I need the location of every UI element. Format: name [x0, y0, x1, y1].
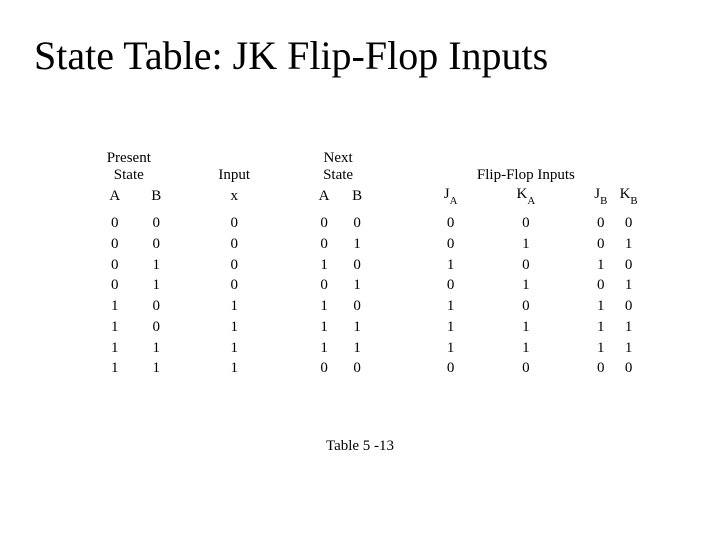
group-input: Input [211, 150, 258, 186]
col-ps-B: B [146, 186, 167, 213]
table-cell: 1 [613, 317, 644, 338]
slide: State Table: JK Flip-Flop Inputs Present… [0, 0, 720, 540]
table-cell: 1 [146, 358, 167, 379]
table-cell: 1 [302, 255, 347, 276]
table-cell: 1 [302, 296, 347, 317]
table-cell: 0 [613, 255, 644, 276]
table-group-header-row: Present State Input Next State Flip-Flop… [84, 150, 644, 186]
table-cell: 1 [211, 358, 258, 379]
col-in-x: x [211, 186, 258, 213]
table-cell: 1 [302, 338, 347, 359]
table-cell: 0 [463, 296, 588, 317]
table-cell: 0 [438, 213, 464, 234]
table-cell: 0 [463, 213, 588, 234]
table-cell: 1 [211, 317, 258, 338]
table-cell: 0 [211, 213, 258, 234]
table-cell: 0 [146, 296, 167, 317]
col-KA: KA [463, 186, 588, 213]
table-cell: 1 [588, 338, 613, 359]
table-cell: 1 [211, 296, 258, 317]
table-cell: 0 [588, 213, 613, 234]
table-cell: 0 [211, 255, 258, 276]
table-cell: 0 [84, 234, 146, 255]
table-cell: 0 [347, 255, 368, 276]
table-cell: 0 [588, 234, 613, 255]
table-row: 010101010 [84, 255, 644, 276]
table-cell: 1 [302, 317, 347, 338]
table-cell: 1 [211, 338, 258, 359]
table-cell: 1 [146, 338, 167, 359]
table-cell: 1 [588, 296, 613, 317]
col-ps-A: A [84, 186, 146, 213]
table-cell: 1 [438, 317, 464, 338]
table-cell: 1 [347, 275, 368, 296]
table-cell: 1 [438, 338, 464, 359]
table-cell: 1 [438, 296, 464, 317]
table-cell: 0 [347, 296, 368, 317]
table-cell: 0 [347, 358, 368, 379]
col-ns-B: B [347, 186, 368, 213]
table-caption: Table 5 -13 [0, 438, 720, 455]
table-cell: 1 [588, 255, 613, 276]
table-cell: 0 [588, 358, 613, 379]
table-cell: 0 [438, 275, 464, 296]
table-cell: 0 [613, 213, 644, 234]
table-cell: 0 [146, 213, 167, 234]
table-cell: 1 [347, 317, 368, 338]
table-cell: 1 [84, 296, 146, 317]
table-cell: 0 [613, 296, 644, 317]
table-row: 101111111 [84, 317, 644, 338]
table-cell: 0 [438, 234, 464, 255]
table-cell: 0 [463, 255, 588, 276]
table-row: 000000000 [84, 213, 644, 234]
table-cell: 1 [347, 234, 368, 255]
table-cell: 0 [302, 234, 347, 255]
group-present-state: Present State [98, 150, 160, 186]
table-cell: 0 [438, 358, 464, 379]
col-JB: JB [588, 186, 613, 213]
page-title: State Table: JK Flip-Flop Inputs [34, 34, 548, 78]
table-cell: 1 [463, 338, 588, 359]
table-cell: 1 [146, 255, 167, 276]
table-cell: 0 [146, 234, 167, 255]
table-cell: 1 [613, 338, 644, 359]
state-table: Present State Input Next State Flip-Flop… [84, 150, 644, 379]
table-cell: 1 [84, 338, 146, 359]
col-JA: JA [438, 186, 464, 213]
table-cell: 1 [146, 275, 167, 296]
table-cell: 1 [463, 234, 588, 255]
table-row: 000010101 [84, 234, 644, 255]
table-cell: 0 [84, 255, 146, 276]
table-cell: 0 [211, 275, 258, 296]
table-row: 111000000 [84, 358, 644, 379]
table-cell: 0 [347, 213, 368, 234]
table-cell: 1 [588, 317, 613, 338]
table-cell: 0 [146, 317, 167, 338]
table-cell: 0 [302, 213, 347, 234]
table-row: 101101010 [84, 296, 644, 317]
table-cell: 1 [347, 338, 368, 359]
table-cell: 0 [588, 275, 613, 296]
table-row: 010010101 [84, 275, 644, 296]
table-cell: 1 [84, 317, 146, 338]
group-next-state: Next State [316, 150, 361, 186]
table-cell: 0 [302, 275, 347, 296]
table-cell: 0 [211, 234, 258, 255]
table-cell: 0 [463, 358, 588, 379]
col-KB: KB [613, 186, 644, 213]
table-cell: 0 [302, 358, 347, 379]
table-cell: 1 [463, 317, 588, 338]
table-row: 111111111 [84, 338, 644, 359]
table-column-header-row: A B x A B JA KA JB KB [84, 186, 644, 213]
table-cell: 1 [463, 275, 588, 296]
table-cell: 1 [613, 275, 644, 296]
table-cell: 0 [84, 275, 146, 296]
table-cell: 1 [613, 234, 644, 255]
table-cell: 1 [438, 255, 464, 276]
group-ff-inputs: Flip-Flop Inputs [463, 150, 588, 186]
table-cell: 0 [613, 358, 644, 379]
col-ns-A: A [302, 186, 347, 213]
table-cell: 0 [84, 213, 146, 234]
table-cell: 1 [84, 358, 146, 379]
